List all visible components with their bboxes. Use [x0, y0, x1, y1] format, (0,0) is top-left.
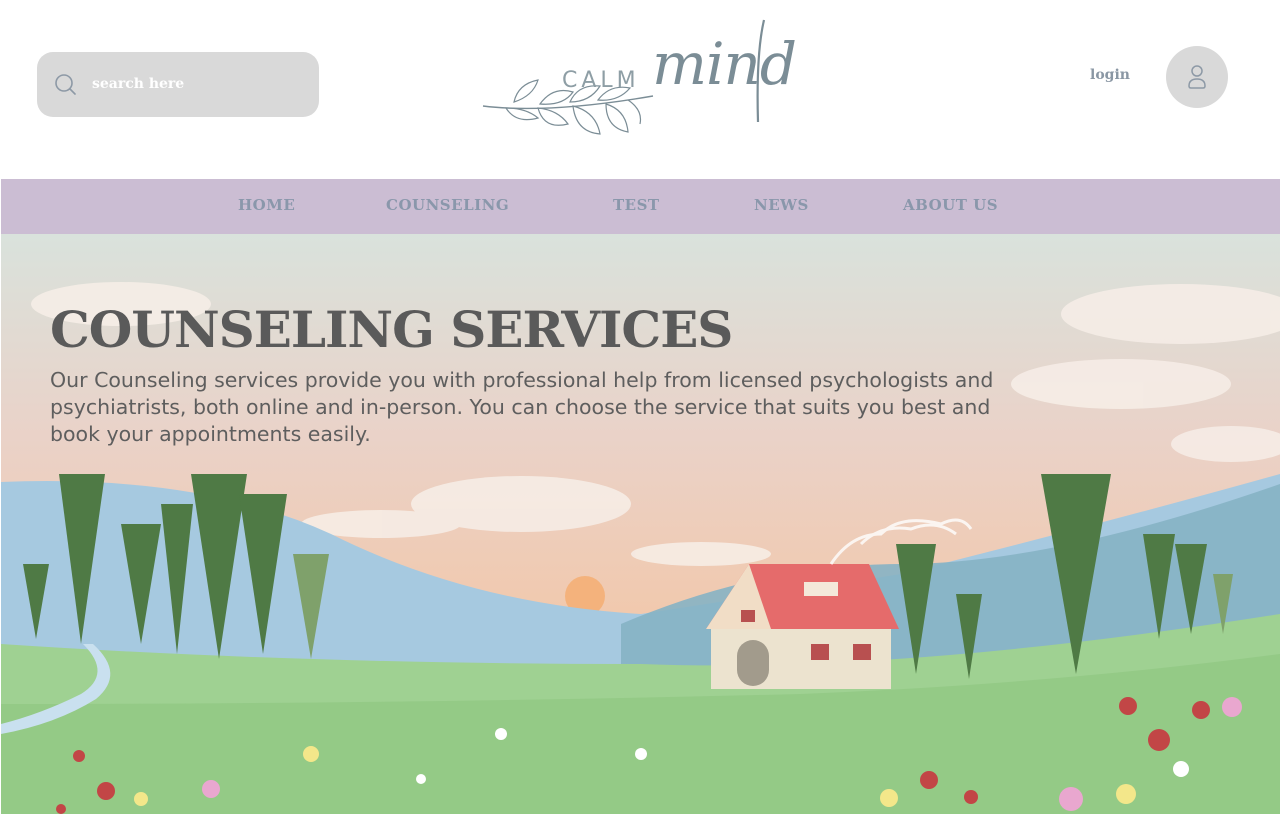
search-icon[interactable] [54, 73, 76, 95]
hero-description: Our Counseling services provide you with… [50, 368, 994, 446]
nav-item-about-us[interactable]: ABOUT US [903, 196, 998, 214]
login-link[interactable]: login [1090, 67, 1130, 83]
user-avatar-button[interactable] [1166, 46, 1228, 108]
hero-title: COUNSELING SERVICES [50, 300, 733, 359]
site-header: CALM mind login [0, 0, 1280, 179]
nav-item-home[interactable]: HOME [238, 196, 295, 214]
user-icon [1188, 65, 1206, 89]
logo-calm-text: CALM [562, 68, 640, 93]
nav-item-counseling[interactable]: COUNSELING [386, 196, 509, 214]
nav-item-news[interactable]: NEWS [754, 196, 809, 214]
logo-mind-text: mind [652, 30, 797, 98]
nav-item-test[interactable]: TEST [613, 196, 660, 214]
search-input[interactable] [92, 74, 302, 94]
